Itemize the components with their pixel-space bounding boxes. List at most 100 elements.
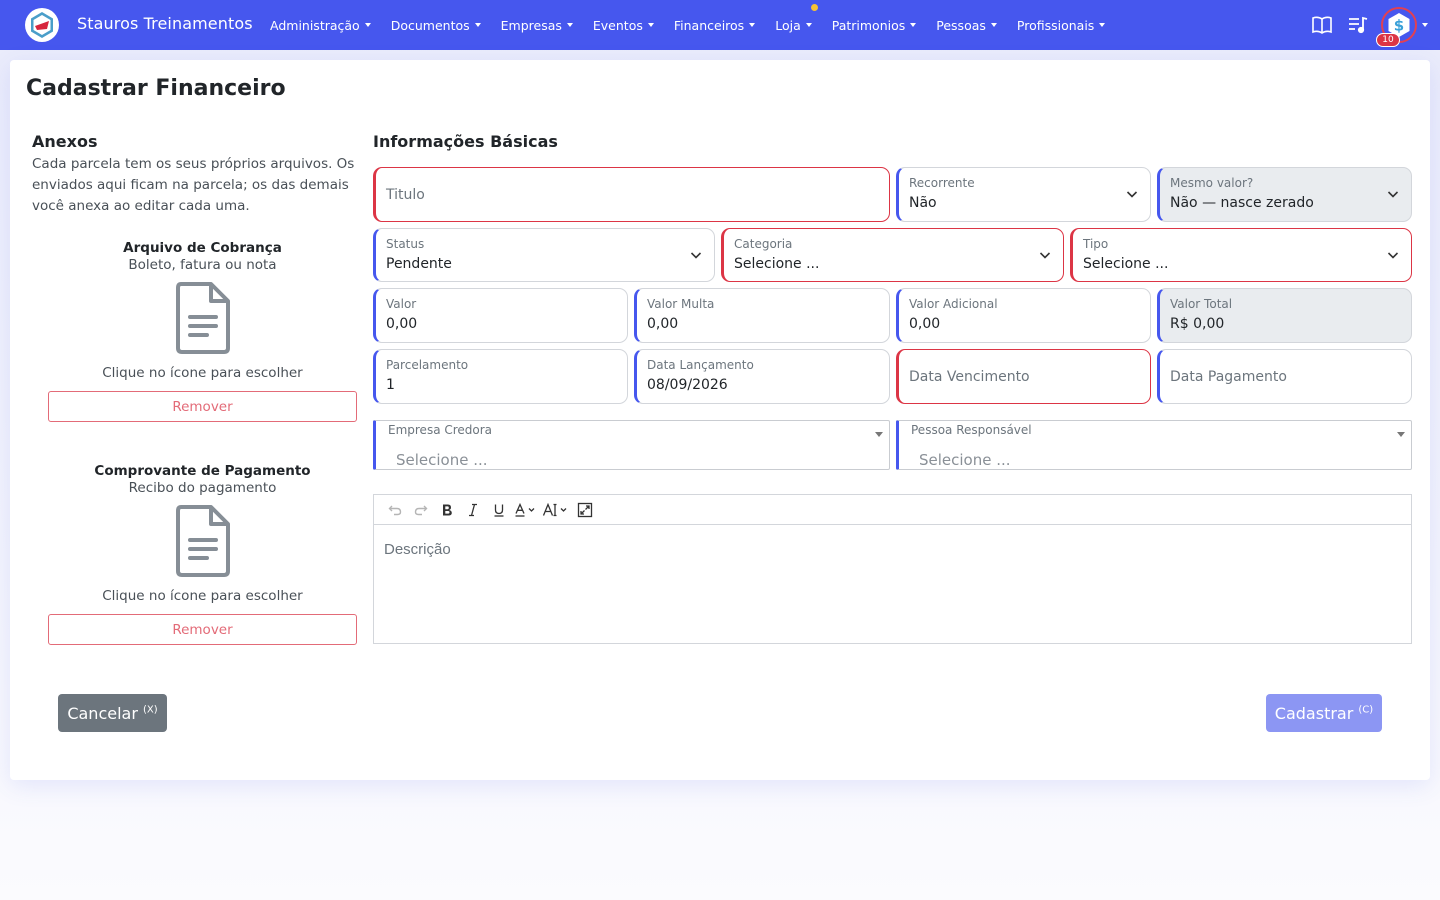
menu-empresas[interactable]: Empresas xyxy=(491,18,583,33)
valor-adicional-input[interactable]: Valor Adicional 0,00 xyxy=(896,288,1151,343)
attachment-title: Arquivo de Cobrança xyxy=(123,240,282,256)
tipo-label: Tipo xyxy=(1083,237,1109,251)
tipo-select[interactable]: Tipo Selecione ... xyxy=(1070,228,1412,282)
recorrente-value: Não xyxy=(909,195,937,211)
document-icon[interactable] xyxy=(175,504,231,578)
valor-multa-value: 0,00 xyxy=(647,316,679,332)
parcelamento-value: 1 xyxy=(386,377,395,393)
brand-name[interactable]: Stauros Treinamentos xyxy=(77,14,253,33)
status-value: Pendente xyxy=(386,256,452,272)
brand-logo-icon[interactable] xyxy=(25,8,59,42)
menu-documentos[interactable]: Documentos xyxy=(381,18,491,33)
valor-multa-input[interactable]: Valor Multa 0,00 xyxy=(634,288,890,343)
notification-dot xyxy=(810,3,818,11)
chevron-down-icon xyxy=(690,252,702,259)
menu-patrimonios[interactable]: Patrimonios xyxy=(822,18,927,33)
submit-label: Cadastrar xyxy=(1274,703,1354,723)
font-color-icon[interactable] xyxy=(512,497,542,523)
valor-total-input: Valor Total R$ 0,00 xyxy=(1157,288,1412,343)
empresa-credora-select[interactable]: Empresa Credora Selecione ... xyxy=(373,420,890,470)
menu-label: Loja xyxy=(775,17,801,33)
menu-financeiros[interactable]: Financeiros xyxy=(664,18,765,33)
caret-down-icon[interactable] xyxy=(1422,23,1428,27)
pessoa-responsavel-select[interactable]: Pessoa Responsável Selecione ... xyxy=(896,420,1412,470)
submit-button[interactable]: Cadastrar (C) xyxy=(1266,694,1382,732)
empresa-credora-label: Empresa Credora xyxy=(388,423,493,437)
caret-down-icon xyxy=(1397,432,1405,437)
chevron-down-icon xyxy=(1387,191,1399,198)
status-select[interactable]: Status Pendente xyxy=(373,228,715,282)
valor-label: Valor xyxy=(386,297,417,311)
mesmo-valor-value: Não — nasce zerado xyxy=(1170,195,1314,211)
main-menu: Administração Documentos Empresas Evento… xyxy=(260,0,1115,50)
pessoa-responsavel-label: Pessoa Responsável xyxy=(911,423,1032,437)
undo-icon[interactable] xyxy=(382,497,408,523)
caret-down-icon xyxy=(749,23,756,27)
underline-icon[interactable] xyxy=(486,497,512,523)
categoria-value: Selecione ... xyxy=(734,256,820,272)
data-vencimento-input[interactable]: Data Vencimento xyxy=(896,349,1151,404)
caret-down-icon xyxy=(910,23,917,27)
data-pagamento-input[interactable]: Data Pagamento xyxy=(1157,349,1412,404)
caret-down-icon xyxy=(474,23,481,27)
parcelamento-input[interactable]: Parcelamento 1 xyxy=(373,349,628,404)
data-lancamento-value: 08/09/2026 xyxy=(647,377,728,393)
descricao-placeholder[interactable]: Descrição xyxy=(384,541,451,558)
valor-adicional-label: Valor Adicional xyxy=(909,297,998,311)
categoria-select[interactable]: Categoria Selecione ... xyxy=(721,228,1064,282)
menu-label: Pessoas xyxy=(936,17,986,33)
cancel-button[interactable]: Cancelar (X) xyxy=(58,694,167,732)
cancel-shortcut: (X) xyxy=(143,704,158,716)
cancel-label: Cancelar xyxy=(67,703,138,723)
descricao-editor: Descrição xyxy=(373,494,1412,644)
menu-loja[interactable]: Loja xyxy=(765,3,822,33)
chevron-down-icon xyxy=(1039,252,1051,259)
data-vencimento-placeholder: Data Vencimento xyxy=(909,368,1030,385)
anexos-description: Cada parcela tem os seus próprios arquiv… xyxy=(32,156,355,214)
remove-comprovante-button[interactable]: Remover xyxy=(48,614,357,645)
mesmo-valor-select[interactable]: Mesmo valor? Não — nasce zerado xyxy=(1157,167,1412,222)
caret-down-icon xyxy=(875,432,883,437)
titulo-placeholder: Titulo xyxy=(386,186,425,203)
attachment-title: Comprovante de Pagamento xyxy=(94,463,311,479)
valor-total-label: Valor Total xyxy=(1170,297,1233,311)
valor-input[interactable]: Valor 0,00 xyxy=(373,288,628,343)
menu-eventos[interactable]: Eventos xyxy=(583,18,664,33)
attachment-hint: Clique no ícone para escolher xyxy=(102,365,303,381)
attachment-cobranca: Arquivo de Cobrança Boleto, fatura ou no… xyxy=(48,240,357,422)
attachment-hint: Clique no ícone para escolher xyxy=(102,588,303,604)
recorrente-label: Recorrente xyxy=(909,176,975,190)
bold-icon[interactable] xyxy=(434,497,460,523)
menu-administracao[interactable]: Administração xyxy=(260,18,381,33)
fullscreen-icon[interactable] xyxy=(572,497,598,523)
top-navbar: Stauros Treinamentos Administração Docum… xyxy=(0,0,1440,50)
categoria-label: Categoria xyxy=(734,237,793,251)
redo-icon[interactable] xyxy=(408,497,434,523)
menu-pessoas[interactable]: Pessoas xyxy=(926,18,1007,33)
menu-profissionais[interactable]: Profissionais xyxy=(1007,18,1115,33)
italic-icon[interactable] xyxy=(460,497,486,523)
menu-label: Documentos xyxy=(390,17,470,33)
valor-value: 0,00 xyxy=(386,316,418,332)
remove-cobranca-button[interactable]: Remover xyxy=(48,391,357,422)
menu-label: Patrimonios xyxy=(831,17,906,33)
caret-down-icon xyxy=(1099,23,1106,27)
data-lancamento-input[interactable]: Data Lançamento 08/09/2026 xyxy=(634,349,890,404)
chevron-down-icon xyxy=(1126,191,1138,198)
data-pagamento-placeholder: Data Pagamento xyxy=(1170,368,1287,385)
menu-label: Empresas xyxy=(500,17,562,33)
font-size-icon[interactable] xyxy=(542,497,572,523)
attachment-subtitle: Boleto, fatura ou nota xyxy=(128,257,277,273)
valor-multa-label: Valor Multa xyxy=(647,297,715,311)
attachment-comprovante: Comprovante de Pagamento Recibo do pagam… xyxy=(48,463,357,645)
music-list-icon[interactable] xyxy=(1346,13,1370,37)
titulo-input[interactable]: Titulo xyxy=(373,167,890,222)
mesmo-valor-label: Mesmo valor? xyxy=(1170,176,1254,190)
document-icon[interactable] xyxy=(175,281,231,355)
book-open-icon[interactable] xyxy=(1310,13,1334,37)
chevron-down-icon xyxy=(1387,252,1399,259)
recorrente-select[interactable]: Recorrente Não xyxy=(896,167,1151,222)
menu-label: Financeiros xyxy=(673,17,745,33)
submit-shortcut: (C) xyxy=(1358,704,1374,716)
valor-total-value: R$ 0,00 xyxy=(1170,316,1225,332)
